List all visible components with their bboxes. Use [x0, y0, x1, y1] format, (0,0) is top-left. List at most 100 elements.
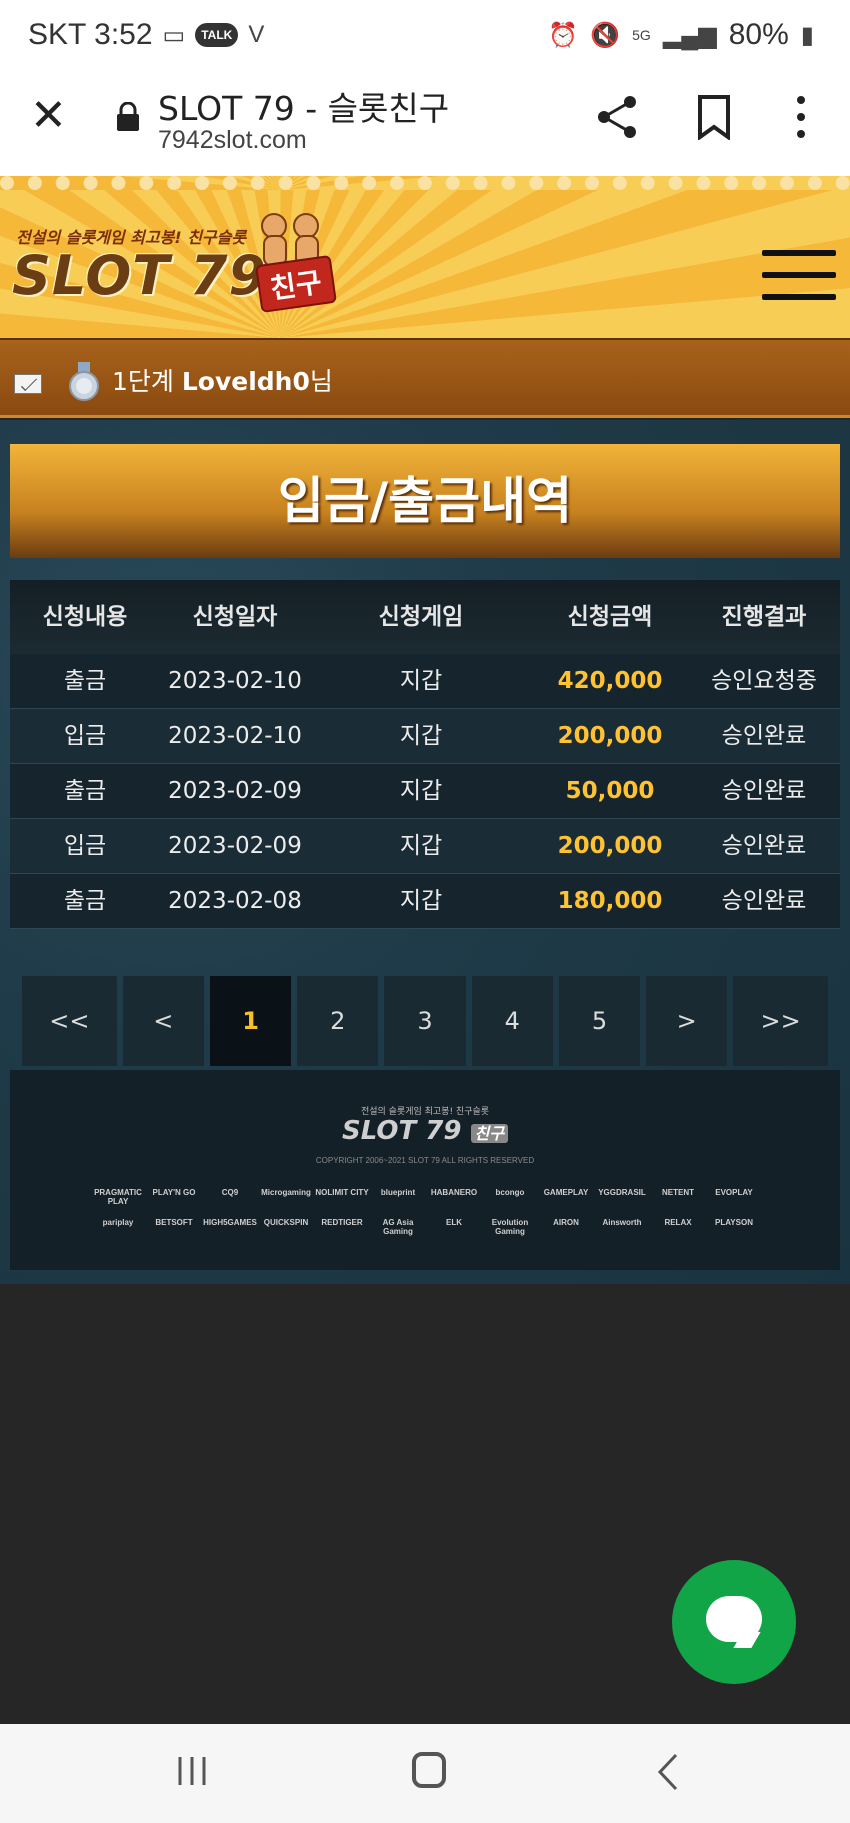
provider-logo: HABANERO	[430, 1188, 478, 1197]
provider-logo: pariplay	[102, 1218, 134, 1227]
footer-logo-badge: 친구	[470, 1124, 508, 1143]
provider-logo: YGGDRASIL	[598, 1188, 646, 1197]
table-row: 입금 2023-02-10 지갑 200,000 승인완료	[10, 709, 840, 764]
cell-game: 지갑	[399, 833, 443, 859]
main-content: 입금/출금내역 신청내용 신청일자 신청게임 신청금액 진행결과 출금 2023…	[0, 420, 850, 1284]
table-row: 출금 2023-02-08 지갑 180,000 승인완료	[10, 874, 840, 929]
browser-page-title: SLOT 79 - 슬롯친구	[158, 89, 450, 128]
chat-button[interactable]	[672, 1560, 796, 1684]
site-footer: 전설의 슬롯게임 최고봉! 친구슬롯 SLOT 79 친구 COPYRIGHT …	[10, 1070, 840, 1270]
provider-logo: CQ9	[221, 1188, 239, 1197]
cell-date: 2023-02-09	[168, 833, 302, 859]
recent-apps-icon[interactable]	[176, 1754, 208, 1788]
provider-logo: EVOPLAY	[715, 1188, 753, 1197]
provider-logo: PRAGMATIC PLAY	[94, 1188, 142, 1206]
talk-icon: TALK	[195, 23, 239, 47]
close-icon[interactable]: ✕	[30, 94, 70, 138]
page-next-button[interactable]: >	[646, 976, 728, 1066]
status-right: ⏰ 🔇 5G ▂▄▆ 80% ▮	[548, 18, 814, 52]
system-nav-bar	[0, 1724, 850, 1823]
page-button-3[interactable]: 3	[384, 976, 466, 1066]
browser-url[interactable]: 7942slot.com	[158, 126, 307, 155]
provider-logo: AIRON	[553, 1218, 579, 1227]
header-type: 신청내용	[42, 604, 128, 630]
cell-result: 승인완료	[721, 888, 807, 914]
medal-icon	[69, 362, 99, 401]
page-prev-button[interactable]: <	[122, 976, 204, 1066]
page-button-1[interactable]: 1	[209, 976, 292, 1066]
header-amount: 신청금액	[567, 604, 653, 630]
share-icon[interactable]	[592, 92, 642, 142]
history-table: 신청내용 신청일자 신청게임 신청금액 진행결과 출금 2023-02-10 지…	[10, 580, 840, 929]
table-header: 신청내용 신청일자 신청게임 신청금액 진행결과	[10, 580, 840, 654]
browser-toolbar: ✕ SLOT 79 - 슬롯친구 7942slot.com	[0, 72, 850, 176]
carrier-time: SKT 3:52	[28, 18, 153, 51]
provider-logo: NOLIMIT CITY	[315, 1188, 369, 1197]
cell-type: 입금	[63, 833, 107, 859]
table-row: 출금 2023-02-10 지갑 420,000 승인요청중	[10, 654, 840, 709]
footer-logo: SLOT 79 친구	[10, 1116, 840, 1146]
table-body: 출금 2023-02-10 지갑 420,000 승인요청중 입금 2023-0…	[10, 654, 840, 929]
provider-logo: Ainsworth	[602, 1218, 642, 1227]
cell-game: 지갑	[399, 778, 443, 804]
user-name: Loveldh0	[181, 367, 310, 396]
provider-logo: BETSOFT	[155, 1218, 193, 1227]
provider-logo: ELK	[446, 1218, 462, 1227]
page-button-2[interactable]: 2	[297, 976, 379, 1066]
v-notification-icon: V	[248, 21, 265, 48]
provider-logo: QUICKSPIN	[263, 1218, 309, 1227]
provider-logo: NETENT	[662, 1188, 694, 1197]
page-button-5[interactable]: 5	[558, 976, 641, 1066]
user-info: 1단계 Loveldh0님	[112, 362, 333, 398]
page-last-button[interactable]: >>	[733, 976, 829, 1066]
site-header: 전설의 슬롯게임 최고봉! 친구슬롯 SLOT 79 친구	[0, 176, 850, 340]
title-banner: 입금/출금내역	[10, 444, 840, 558]
cell-amount: 180,000	[557, 888, 663, 914]
cell-type: 출금	[63, 668, 107, 694]
more-menu-icon[interactable]	[786, 94, 816, 140]
home-icon[interactable]	[412, 1752, 446, 1788]
cell-game: 지갑	[399, 668, 443, 694]
header-result: 진행결과	[721, 604, 807, 630]
cell-amount: 200,000	[557, 723, 663, 749]
provider-logo: RELAX	[664, 1218, 692, 1227]
status-bar: SKT 3:52 ▭ TALK V ⏰ 🔇 5G ▂▄▆ 80% ▮	[0, 0, 850, 72]
user-level: 1단계	[112, 367, 174, 396]
network-icon: 5G	[632, 27, 651, 43]
lock-icon	[117, 102, 139, 131]
cell-date: 2023-02-09	[168, 778, 302, 804]
header-game: 신청게임	[378, 604, 464, 630]
pagination: << < 1 2 3 4 5 > >>	[22, 976, 829, 1066]
battery-icon: ▮	[800, 21, 814, 49]
footer-copyright: COPYRIGHT 2006~2021 SLOT 79 ALL RIGHTS R…	[315, 1156, 535, 1165]
cell-result: 승인요청중	[711, 668, 817, 694]
cell-game: 지갑	[399, 888, 443, 914]
bookmark-icon[interactable]	[694, 94, 734, 140]
cell-result: 승인완료	[721, 723, 807, 749]
page-button-4[interactable]: 4	[471, 976, 553, 1066]
provider-logo: blueprint	[380, 1188, 416, 1197]
header-date: 신청일자	[192, 604, 278, 630]
cell-result: 승인완료	[721, 833, 807, 859]
back-icon[interactable]	[656, 1752, 680, 1792]
website: 전설의 슬롯게임 최고봉! 친구슬롯 SLOT 79 친구 1단계 Loveld…	[0, 176, 850, 1284]
logo-badge: 친구	[255, 254, 337, 314]
cell-type: 출금	[63, 888, 107, 914]
table-row: 출금 2023-02-09 지갑 50,000 승인완료	[10, 764, 840, 819]
signal-icon: ▂▄▆	[662, 21, 717, 49]
mail-icon[interactable]	[14, 374, 42, 394]
provider-logos: PRAGMATIC PLAY PLAY'N GO CQ9 Microgaming…	[90, 1188, 770, 1236]
page-first-button[interactable]: <<	[22, 976, 117, 1066]
mute-icon: 🔇	[590, 21, 621, 49]
cell-type: 입금	[63, 723, 107, 749]
page-title: 입금/출금내역	[277, 472, 573, 530]
provider-logo: AG Asia Gaming	[382, 1218, 414, 1236]
cell-result: 승인완료	[721, 778, 807, 804]
cell-amount: 200,000	[557, 833, 663, 859]
provider-logo: PLAY'N GO	[152, 1188, 196, 1197]
status-left: SKT 3:52 ▭ TALK V	[28, 18, 264, 52]
hamburger-menu-icon[interactable]	[762, 250, 836, 302]
provider-logo: Microgaming	[261, 1188, 311, 1197]
cell-type: 출금	[63, 778, 107, 804]
site-logo[interactable]: SLOT 79	[12, 244, 267, 307]
